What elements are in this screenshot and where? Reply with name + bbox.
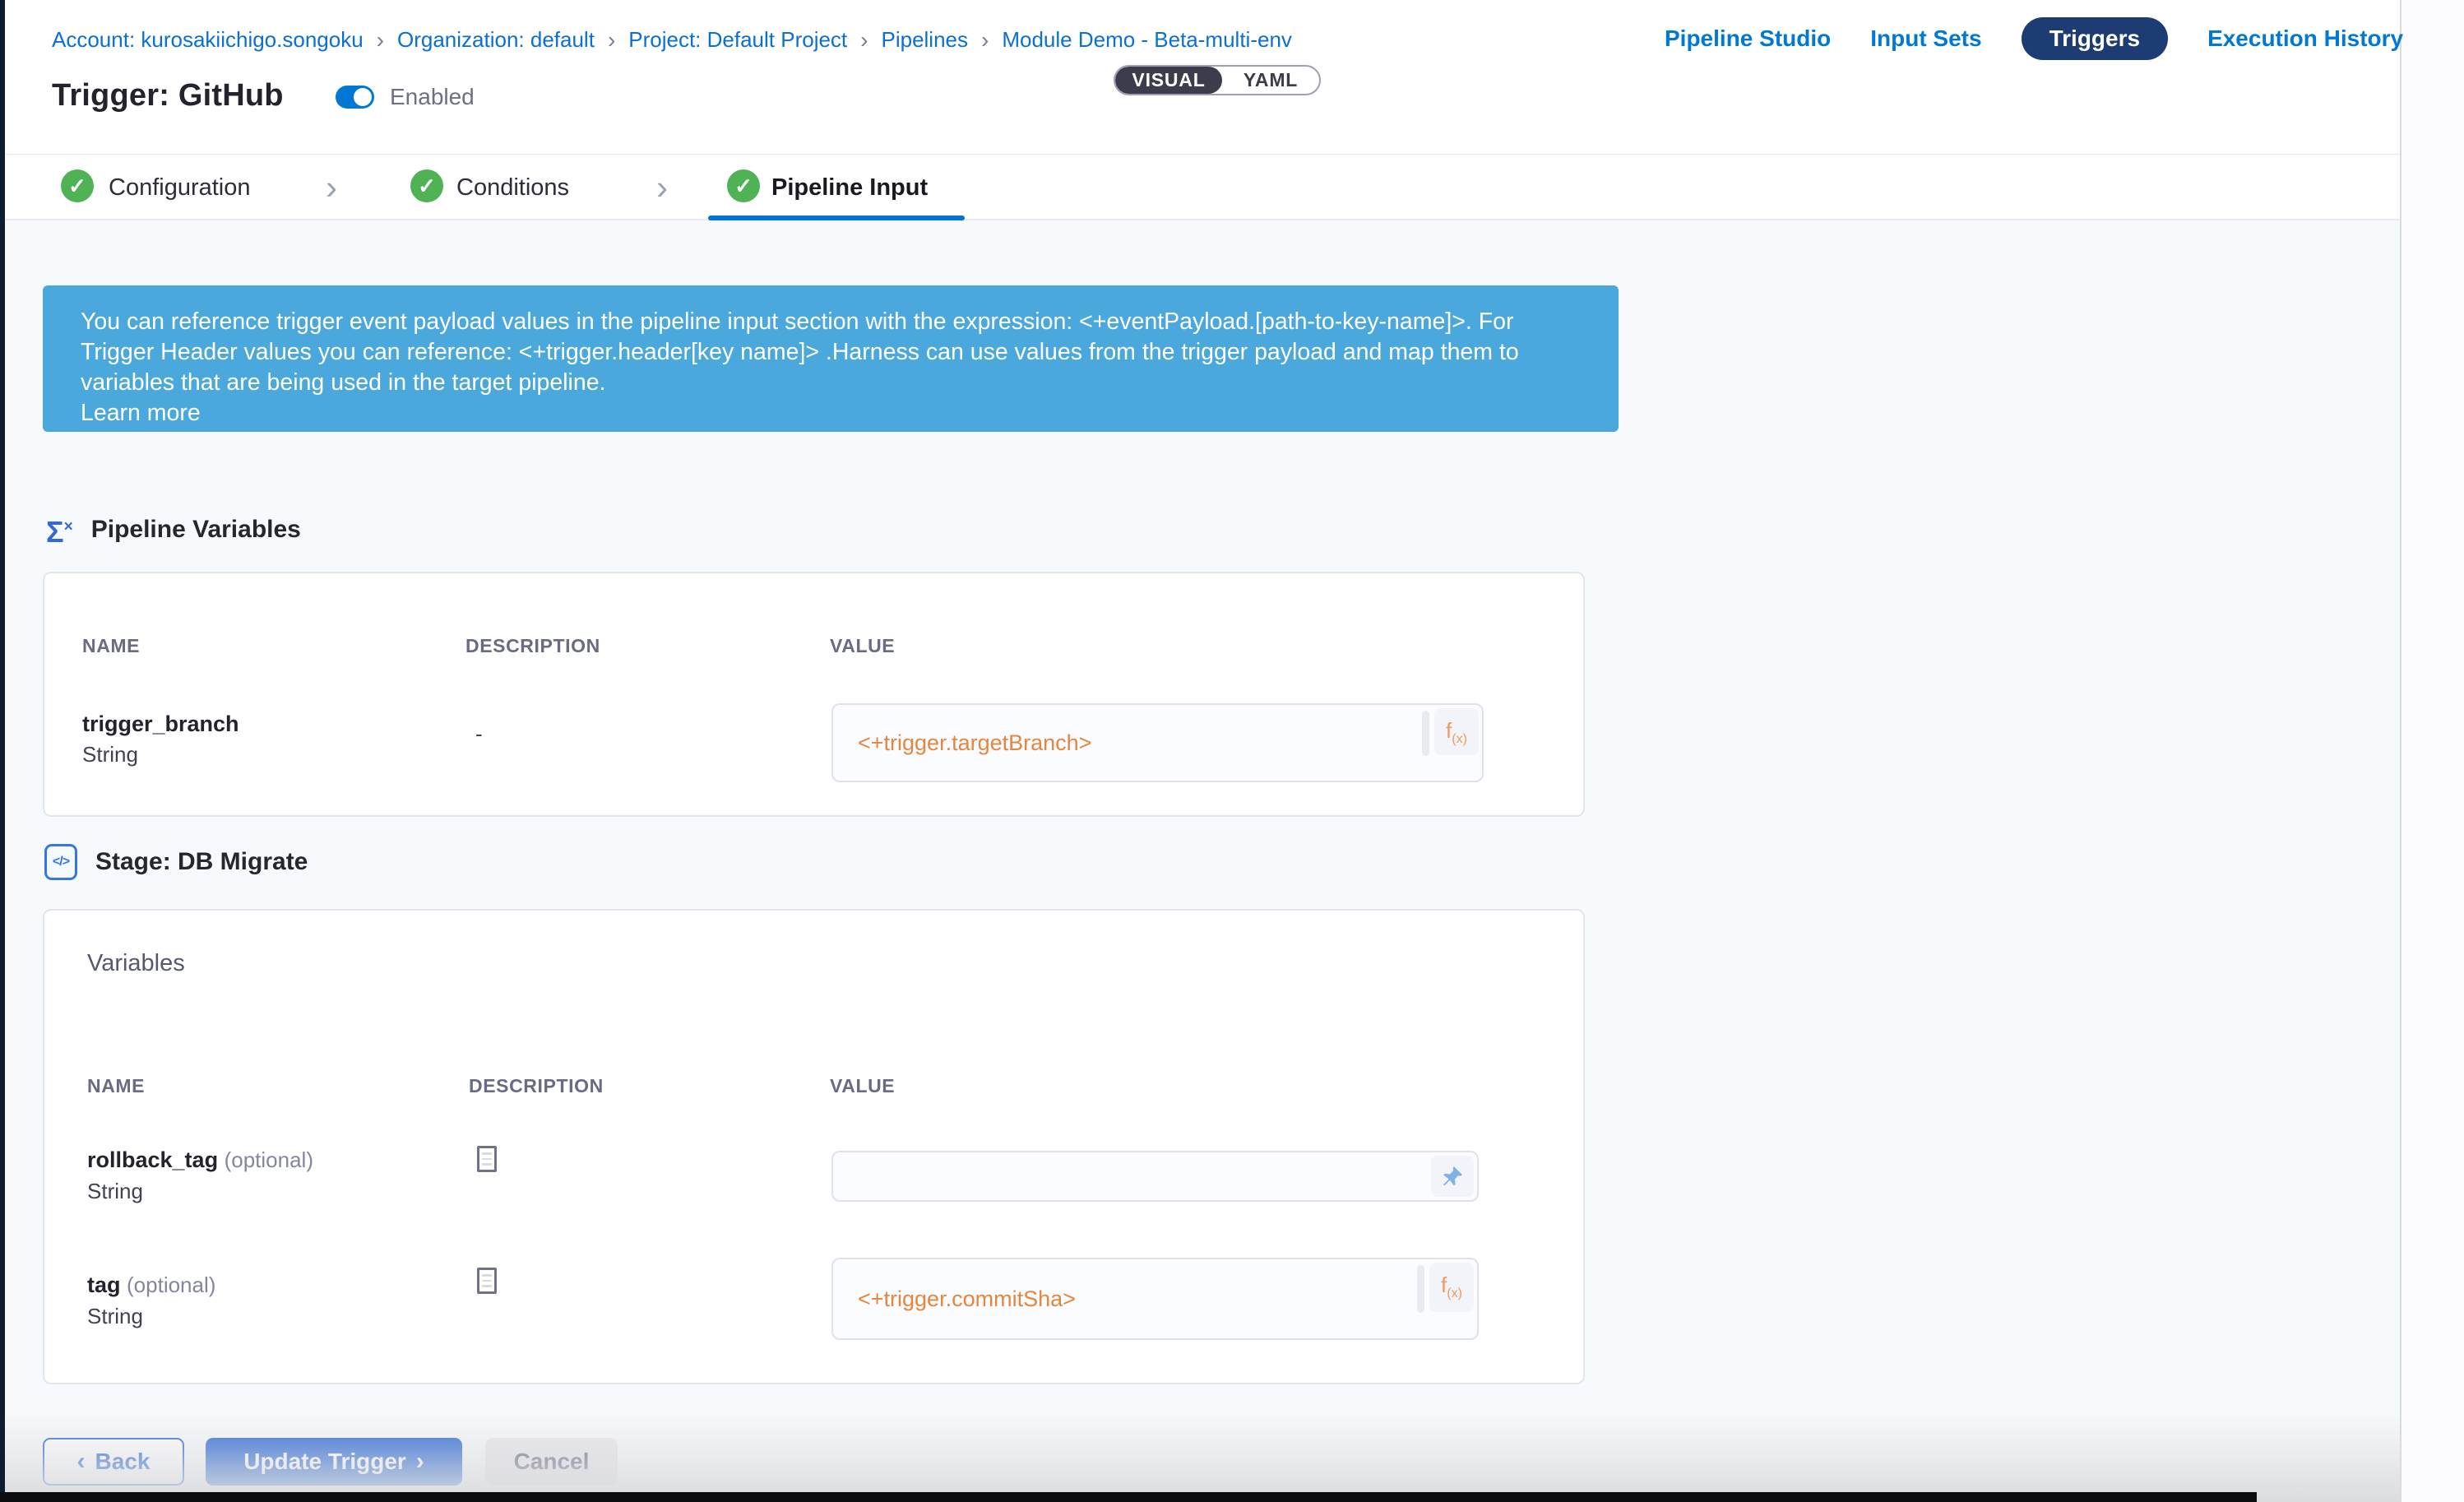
page-title: Trigger: GitHub bbox=[52, 78, 284, 114]
info-banner: You can reference trigger event payload … bbox=[43, 285, 1619, 432]
rollback-tag-value-input[interactable] bbox=[831, 1151, 1479, 1202]
enabled-label: Enabled bbox=[390, 86, 475, 109]
breadcrumb-separator-icon: › bbox=[377, 30, 384, 51]
variable-type: String bbox=[87, 1179, 143, 1204]
input-scrollbar[interactable] bbox=[1417, 1265, 1424, 1313]
stage-variables-card: Variables NAME DESCRIPTION VALUE rollbac… bbox=[43, 909, 1585, 1384]
column-header-value: VALUE bbox=[830, 635, 895, 657]
pipeline-tabs: Pipeline Studio Input Sets Triggers Exec… bbox=[1665, 17, 2403, 60]
right-rail bbox=[2400, 0, 2464, 1502]
pipeline-variables-title: Pipeline Variables bbox=[91, 516, 301, 544]
variable-name: rollback_tag (optional) bbox=[87, 1147, 313, 1173]
step-complete-icon: ✓ bbox=[410, 169, 443, 202]
footer-gradient bbox=[5, 1412, 2400, 1502]
breadcrumb-separator-icon: › bbox=[860, 30, 868, 51]
pipeline-variables-card: NAME DESCRIPTION VALUE trigger_branch St… bbox=[43, 572, 1585, 817]
tab-triggers[interactable]: Triggers bbox=[2022, 17, 2168, 60]
breadcrumb-project[interactable]: Project: Default Project bbox=[628, 27, 847, 53]
column-header-description: DESCRIPTION bbox=[469, 1075, 604, 1097]
pin-button[interactable] bbox=[1431, 1156, 1474, 1197]
optional-label: (optional) bbox=[225, 1147, 313, 1172]
step-conditions[interactable]: Conditions bbox=[456, 174, 569, 202]
expression-value: <+trigger.commitSha> bbox=[833, 1286, 1076, 1312]
tab-execution-history[interactable]: Execution History bbox=[2207, 25, 2403, 52]
breadcrumb: Account: kurosakiichigo.songoku › Organi… bbox=[52, 27, 1292, 53]
page-header: Account: kurosakiichigo.songoku › Organi… bbox=[5, 0, 2400, 155]
breadcrumb-pipelines[interactable]: Pipelines bbox=[881, 27, 968, 53]
toggle-knob bbox=[354, 88, 372, 106]
variable-name: trigger_branch bbox=[82, 712, 239, 737]
expression-value: <+trigger.targetBranch> bbox=[833, 730, 1091, 756]
variable-type: String bbox=[82, 742, 138, 767]
step-complete-icon: ✓ bbox=[727, 169, 760, 202]
description-tooltip-icon[interactable] bbox=[477, 1146, 497, 1172]
stage-title: Stage: DB Migrate bbox=[95, 848, 308, 876]
variable-name: tag (optional) bbox=[87, 1273, 215, 1298]
expression-fx-button[interactable]: f(x) bbox=[1429, 1263, 1474, 1312]
step-pipeline-input[interactable]: Pipeline Input bbox=[771, 174, 928, 202]
description-tooltip-icon[interactable] bbox=[477, 1268, 497, 1294]
column-header-value: VALUE bbox=[830, 1075, 895, 1097]
breadcrumb-pipeline-name[interactable]: Module Demo - Beta-multi-env bbox=[1002, 27, 1292, 53]
pipeline-variables-header: Σ× Pipeline Variables bbox=[46, 512, 301, 547]
breadcrumb-separator-icon: › bbox=[981, 30, 989, 51]
trigger-branch-value-input[interactable]: <+trigger.targetBranch> f(x) bbox=[831, 703, 1484, 782]
column-header-name: NAME bbox=[87, 1075, 145, 1097]
fx-icon: f(x) bbox=[1441, 1273, 1462, 1301]
column-header-description: DESCRIPTION bbox=[465, 635, 600, 657]
enabled-toggle[interactable] bbox=[336, 86, 374, 109]
chevron-right-icon: › bbox=[326, 168, 337, 207]
info-banner-text: You can reference trigger event payload … bbox=[81, 307, 1581, 398]
active-step-underline bbox=[708, 216, 965, 220]
pipeline-variables-icon: Σ× bbox=[46, 512, 73, 547]
step-complete-icon: ✓ bbox=[61, 169, 94, 202]
visual-toggle-button[interactable]: VISUAL bbox=[1115, 67, 1222, 94]
wizard-steps: ✓ Configuration › ✓ Conditions › ✓ Pipel… bbox=[5, 155, 2400, 220]
tab-input-sets[interactable]: Input Sets bbox=[1870, 25, 1981, 52]
tab-pipeline-studio[interactable]: Pipeline Studio bbox=[1665, 25, 1831, 52]
column-header-name: NAME bbox=[82, 635, 140, 657]
chevron-right-icon: › bbox=[656, 168, 668, 207]
step-configuration[interactable]: Configuration bbox=[109, 174, 251, 202]
optional-label: (optional) bbox=[127, 1273, 215, 1297]
stage-icon: </> bbox=[44, 844, 77, 880]
variables-subtitle: Variables bbox=[87, 950, 185, 977]
variable-type: String bbox=[87, 1304, 143, 1329]
bottom-screen-edge bbox=[0, 1492, 2257, 1502]
breadcrumb-organization[interactable]: Organization: default bbox=[397, 27, 595, 53]
yaml-toggle-button[interactable]: YAML bbox=[1222, 67, 1319, 94]
stage-header: </> Stage: DB Migrate bbox=[44, 844, 308, 880]
pin-icon bbox=[1440, 1164, 1465, 1189]
variable-description: - bbox=[475, 721, 483, 747]
expression-fx-button[interactable]: f(x) bbox=[1434, 708, 1479, 755]
learn-more-link[interactable]: Learn more bbox=[81, 398, 1581, 429]
trigger-pipeline-input-page: Account: kurosakiichigo.songoku › Organi… bbox=[0, 0, 2464, 1502]
fx-icon: f(x) bbox=[1446, 718, 1467, 747]
breadcrumb-account[interactable]: Account: kurosakiichigo.songoku bbox=[52, 27, 364, 53]
breadcrumb-separator-icon: › bbox=[608, 30, 615, 51]
visual-yaml-toggle: VISUAL YAML bbox=[1114, 65, 1321, 95]
tag-value-input[interactable]: <+trigger.commitSha> f(x) bbox=[831, 1258, 1479, 1340]
input-scrollbar[interactable] bbox=[1422, 711, 1429, 756]
